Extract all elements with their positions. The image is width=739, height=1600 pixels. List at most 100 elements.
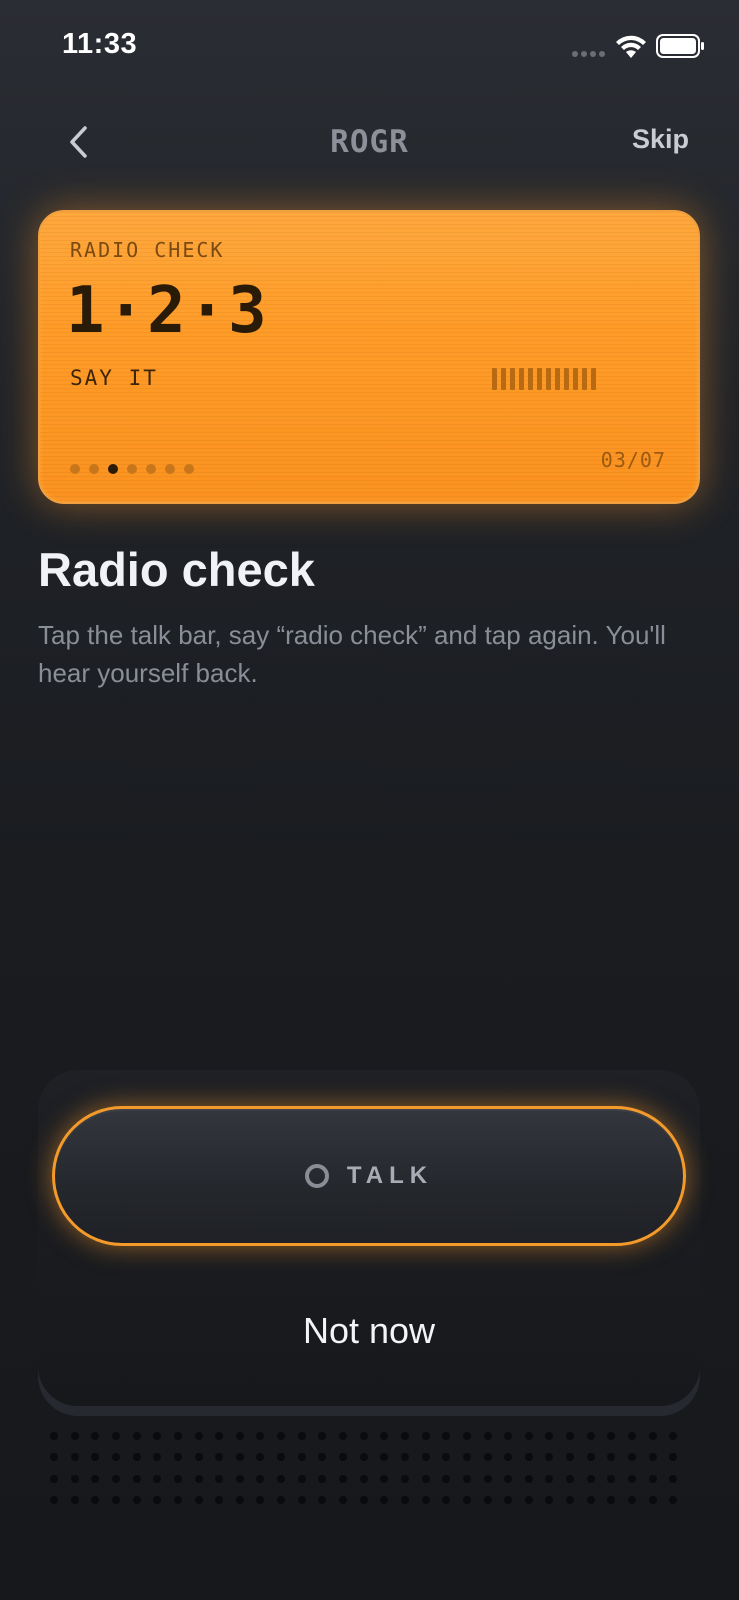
talk-button[interactable]: TALK xyxy=(52,1106,686,1246)
grille-hole xyxy=(215,1432,224,1440)
grille-hole xyxy=(607,1432,616,1440)
grille-hole xyxy=(235,1495,244,1504)
grille-hole xyxy=(173,1453,182,1462)
grille-hole xyxy=(339,1453,348,1462)
grille-hole xyxy=(153,1453,162,1462)
grille-hole xyxy=(545,1495,554,1504)
grille-hole xyxy=(462,1474,471,1483)
grille-hole xyxy=(132,1495,141,1504)
grille-hole xyxy=(628,1495,637,1504)
grille-hole xyxy=(586,1474,595,1483)
grille-hole xyxy=(70,1453,79,1462)
grille-hole xyxy=(318,1453,327,1462)
grille-hole xyxy=(483,1474,492,1483)
grille-hole xyxy=(504,1432,513,1440)
grille-hole xyxy=(194,1432,203,1440)
grille-hole xyxy=(628,1474,637,1483)
grille-hole xyxy=(318,1474,327,1483)
grille-hole xyxy=(297,1474,306,1483)
grille-hole xyxy=(545,1432,554,1440)
grille-hole xyxy=(669,1495,678,1504)
grille-hole xyxy=(277,1453,286,1462)
grille-hole xyxy=(91,1432,100,1440)
grille-hole xyxy=(504,1495,513,1504)
grille-hole xyxy=(421,1453,430,1462)
status-time: 11:33 xyxy=(62,28,138,60)
grille-hole xyxy=(111,1495,120,1504)
grille-hole xyxy=(297,1453,306,1462)
grille-hole xyxy=(380,1432,389,1440)
grille-hole xyxy=(648,1495,657,1504)
lcd-subtitle: SAY IT xyxy=(70,366,158,390)
grille-hole xyxy=(339,1432,348,1440)
level-bar xyxy=(573,368,578,390)
lcd-display: RADIO CHECK 1·2·3 SAY IT 03/07 xyxy=(38,210,700,504)
grille-hole xyxy=(524,1474,533,1483)
level-bar xyxy=(510,368,515,390)
grille-hole xyxy=(524,1432,533,1440)
level-bar xyxy=(492,368,497,390)
grille-hole xyxy=(607,1495,616,1504)
step-dot xyxy=(70,464,80,474)
grille-hole xyxy=(132,1453,141,1462)
grille-hole xyxy=(504,1453,513,1462)
grille-hole xyxy=(50,1495,58,1504)
grille-hole xyxy=(277,1432,286,1440)
grille-hole xyxy=(669,1432,678,1440)
grille-hole xyxy=(462,1432,471,1440)
skip-button[interactable]: Skip xyxy=(632,124,689,155)
level-bar xyxy=(546,368,551,390)
grille-hole xyxy=(380,1453,389,1462)
grille-hole xyxy=(628,1432,637,1440)
not-now-button[interactable]: Not now xyxy=(38,1310,700,1352)
battery-icon xyxy=(656,34,704,58)
grille-hole xyxy=(524,1495,533,1504)
grille-hole xyxy=(648,1432,657,1440)
grille-hole xyxy=(70,1495,79,1504)
grille-hole xyxy=(566,1495,575,1504)
level-bar xyxy=(591,368,596,390)
step-indicator xyxy=(70,464,194,474)
lcd-digits: 1·2·3 xyxy=(66,274,269,348)
grille-hole xyxy=(586,1453,595,1462)
page-description: Tap the talk bar, say “radio check” and … xyxy=(38,620,666,688)
grille-hole xyxy=(483,1453,492,1462)
grille-hole xyxy=(359,1495,368,1504)
speaker-grille xyxy=(50,1432,690,1504)
grille-hole xyxy=(442,1453,451,1462)
grille-hole xyxy=(277,1495,286,1504)
grille-hole xyxy=(462,1495,471,1504)
grille-hole xyxy=(586,1432,595,1440)
grille-hole xyxy=(50,1432,58,1440)
grille-hole xyxy=(297,1432,306,1440)
grille-hole xyxy=(545,1474,554,1483)
grille-hole xyxy=(400,1432,409,1440)
grille-hole xyxy=(153,1432,162,1440)
grille-hole xyxy=(277,1474,286,1483)
grille-hole xyxy=(256,1432,265,1440)
grille-hole xyxy=(111,1474,120,1483)
grille-hole xyxy=(132,1474,141,1483)
grille-hole xyxy=(215,1495,224,1504)
grille-hole xyxy=(173,1432,182,1440)
grille-hole xyxy=(153,1474,162,1483)
grille-hole xyxy=(339,1495,348,1504)
grille-hole xyxy=(483,1432,492,1440)
grille-hole xyxy=(256,1474,265,1483)
step-dot xyxy=(146,464,156,474)
status-bar: 11:33 xyxy=(0,0,739,96)
grille-hole xyxy=(91,1453,100,1462)
grille-hole xyxy=(442,1495,451,1504)
level-bar xyxy=(582,368,587,390)
grille-hole xyxy=(50,1453,58,1462)
step-counter: 03/07 xyxy=(600,448,666,472)
grille-hole xyxy=(607,1453,616,1462)
step-dot xyxy=(127,464,137,474)
grille-hole xyxy=(50,1474,58,1483)
grille-hole xyxy=(235,1474,244,1483)
grille-hole xyxy=(669,1474,678,1483)
page-title: Radio check xyxy=(38,543,315,596)
grille-hole xyxy=(648,1453,657,1462)
level-bar xyxy=(555,368,560,390)
grille-hole xyxy=(70,1432,79,1440)
